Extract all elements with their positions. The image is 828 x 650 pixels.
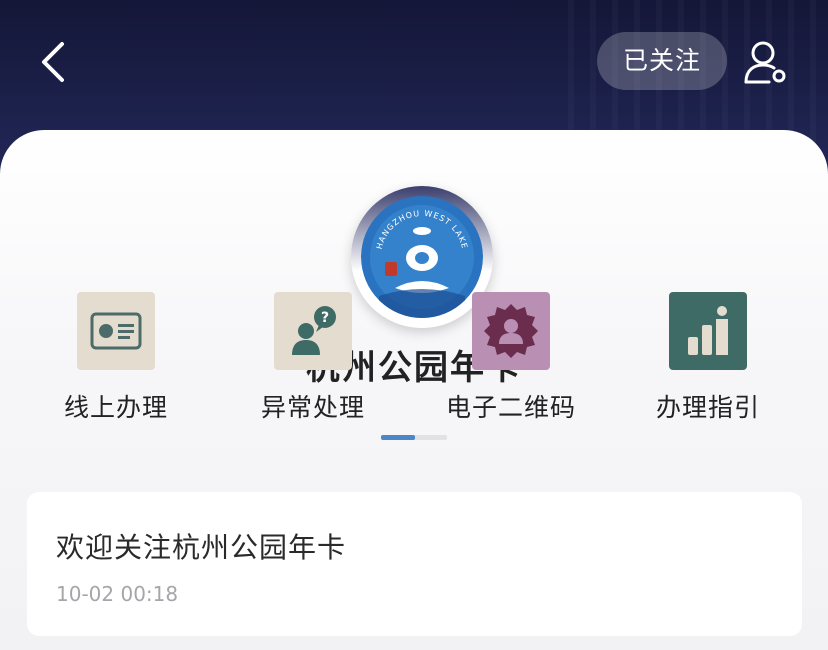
follow-status-button[interactable]: 已关注 (597, 32, 727, 90)
menu-label: 办理指引 (655, 393, 760, 422)
chevron-left-icon (42, 42, 64, 82)
profile-button[interactable] (741, 38, 791, 88)
user-settings-icon (744, 41, 786, 84)
back-button[interactable] (36, 40, 72, 84)
svg-text:?: ? (321, 310, 329, 326)
menu-pager (381, 435, 447, 440)
message-timestamp: 10-02 00:18 (56, 582, 179, 606)
message-card[interactable]: 欢迎关注杭州公园年卡 10-02 00:18 (27, 492, 802, 636)
menu-item-guide[interactable]: 办理指引 (618, 292, 798, 424)
user-question-icon: ? (274, 292, 352, 370)
menu-item-exception[interactable]: ? 异常处理 (223, 292, 403, 424)
menu-item-online[interactable]: 线上办理 (26, 292, 206, 424)
menu-label: 电子二维码 (445, 393, 576, 422)
pager-active-indicator (381, 435, 415, 440)
bar-chart-person-icon (669, 292, 747, 370)
menu-label: 异常处理 (260, 393, 365, 422)
badge-user-icon (472, 292, 550, 370)
menu-item-qrcode[interactable]: 电子二维码 (421, 292, 601, 424)
id-card-icon (77, 292, 155, 370)
menu-label: 线上办理 (63, 393, 168, 422)
message-title: 欢迎关注杭州公园年卡 (56, 531, 347, 564)
